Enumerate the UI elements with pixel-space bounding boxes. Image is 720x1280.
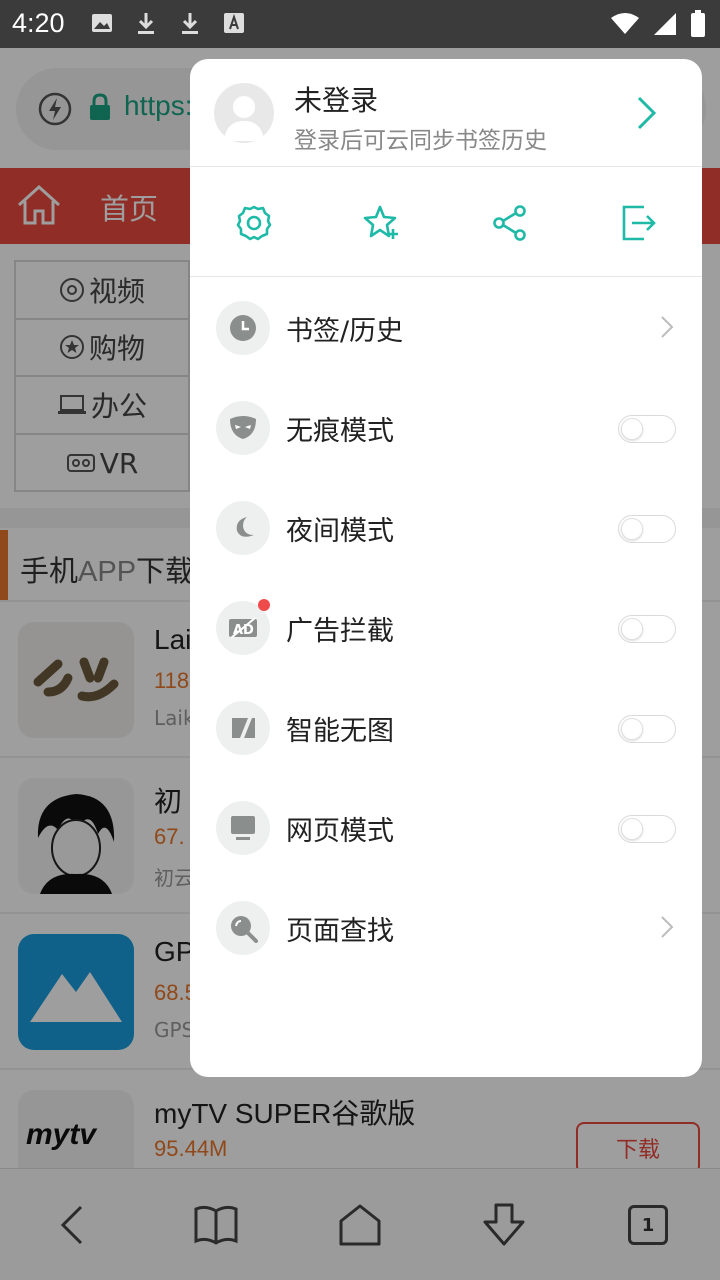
menu-item-label: 智能无图	[286, 716, 394, 747]
account-header[interactable]: 未登录 登录后可云同步书签历史	[190, 59, 702, 167]
menu-item-night-mode[interactable]: 夜间模式	[190, 477, 702, 577]
svg-text:AD: AD	[233, 623, 254, 638]
menu-item-find-in-page[interactable]: 页面查找	[190, 877, 702, 977]
incognito-toggle[interactable]	[618, 415, 676, 443]
avatar	[214, 83, 274, 143]
image-icon	[90, 10, 114, 36]
exit-button[interactable]	[612, 197, 664, 249]
user-icon	[224, 96, 264, 141]
add-bookmark-button[interactable]	[356, 197, 408, 249]
signal-icon	[654, 13, 676, 35]
download-icon	[134, 10, 158, 36]
night-mode-toggle[interactable]	[618, 515, 676, 543]
quick-actions	[190, 167, 702, 277]
menu-item-ad-block[interactable]: AD 广告拦截	[190, 577, 702, 677]
share-button[interactable]	[484, 197, 536, 249]
status-time: 4:20	[12, 8, 65, 38]
login-status: 未登录	[294, 84, 379, 117]
chevron-right-icon	[660, 915, 674, 943]
desktop-icon	[216, 801, 270, 855]
desktop-mode-toggle[interactable]	[618, 815, 676, 843]
gear-icon	[236, 205, 272, 241]
font-icon	[222, 10, 246, 36]
menu-item-desktop-mode[interactable]: 网页模式	[190, 777, 702, 877]
toggle-knob	[621, 518, 643, 540]
status-bar: 4:20	[0, 0, 720, 48]
settings-button[interactable]	[228, 197, 280, 249]
toggle-knob	[621, 618, 643, 640]
menu-item-label: 网页模式	[286, 816, 394, 847]
chevron-right-icon[interactable]	[634, 95, 658, 135]
menu-item-label: 广告拦截	[286, 616, 394, 647]
notification-icons	[90, 10, 246, 36]
clock-icon	[216, 301, 270, 355]
menu-item-bookmarks-history[interactable]: 书签/历史	[190, 277, 702, 377]
browser-menu: 未登录 登录后可云同步书签历史 书签/历史 无痕模式 夜间模式 AD 广告拦截 …	[190, 59, 702, 1077]
menu-item-label: 书签/历史	[286, 316, 404, 347]
notification-badge	[258, 599, 270, 611]
toggle-knob	[621, 818, 643, 840]
star-plus-icon	[363, 205, 398, 239]
mask-icon	[216, 401, 270, 455]
no-images-toggle[interactable]	[618, 715, 676, 743]
toggle-knob	[621, 718, 643, 740]
menu-item-label: 夜间模式	[286, 516, 394, 547]
wifi-icon	[611, 13, 639, 34]
login-hint: 登录后可云同步书签历史	[294, 128, 547, 154]
menu-item-incognito[interactable]: 无痕模式	[190, 377, 702, 477]
exit-icon	[622, 205, 656, 241]
toggle-knob	[621, 418, 643, 440]
menu-item-no-images[interactable]: 智能无图	[190, 677, 702, 777]
share-icon	[493, 205, 526, 241]
system-icons	[610, 10, 706, 38]
download-icon	[178, 10, 202, 36]
menu-item-label: 页面查找	[286, 916, 394, 947]
moon-icon	[216, 501, 270, 555]
battery-icon	[691, 10, 705, 37]
chevron-right-icon	[660, 315, 674, 343]
no-image-icon	[216, 701, 270, 755]
menu-item-label: 无痕模式	[286, 416, 394, 447]
find-icon	[216, 901, 270, 955]
ad-block-toggle[interactable]	[618, 615, 676, 643]
